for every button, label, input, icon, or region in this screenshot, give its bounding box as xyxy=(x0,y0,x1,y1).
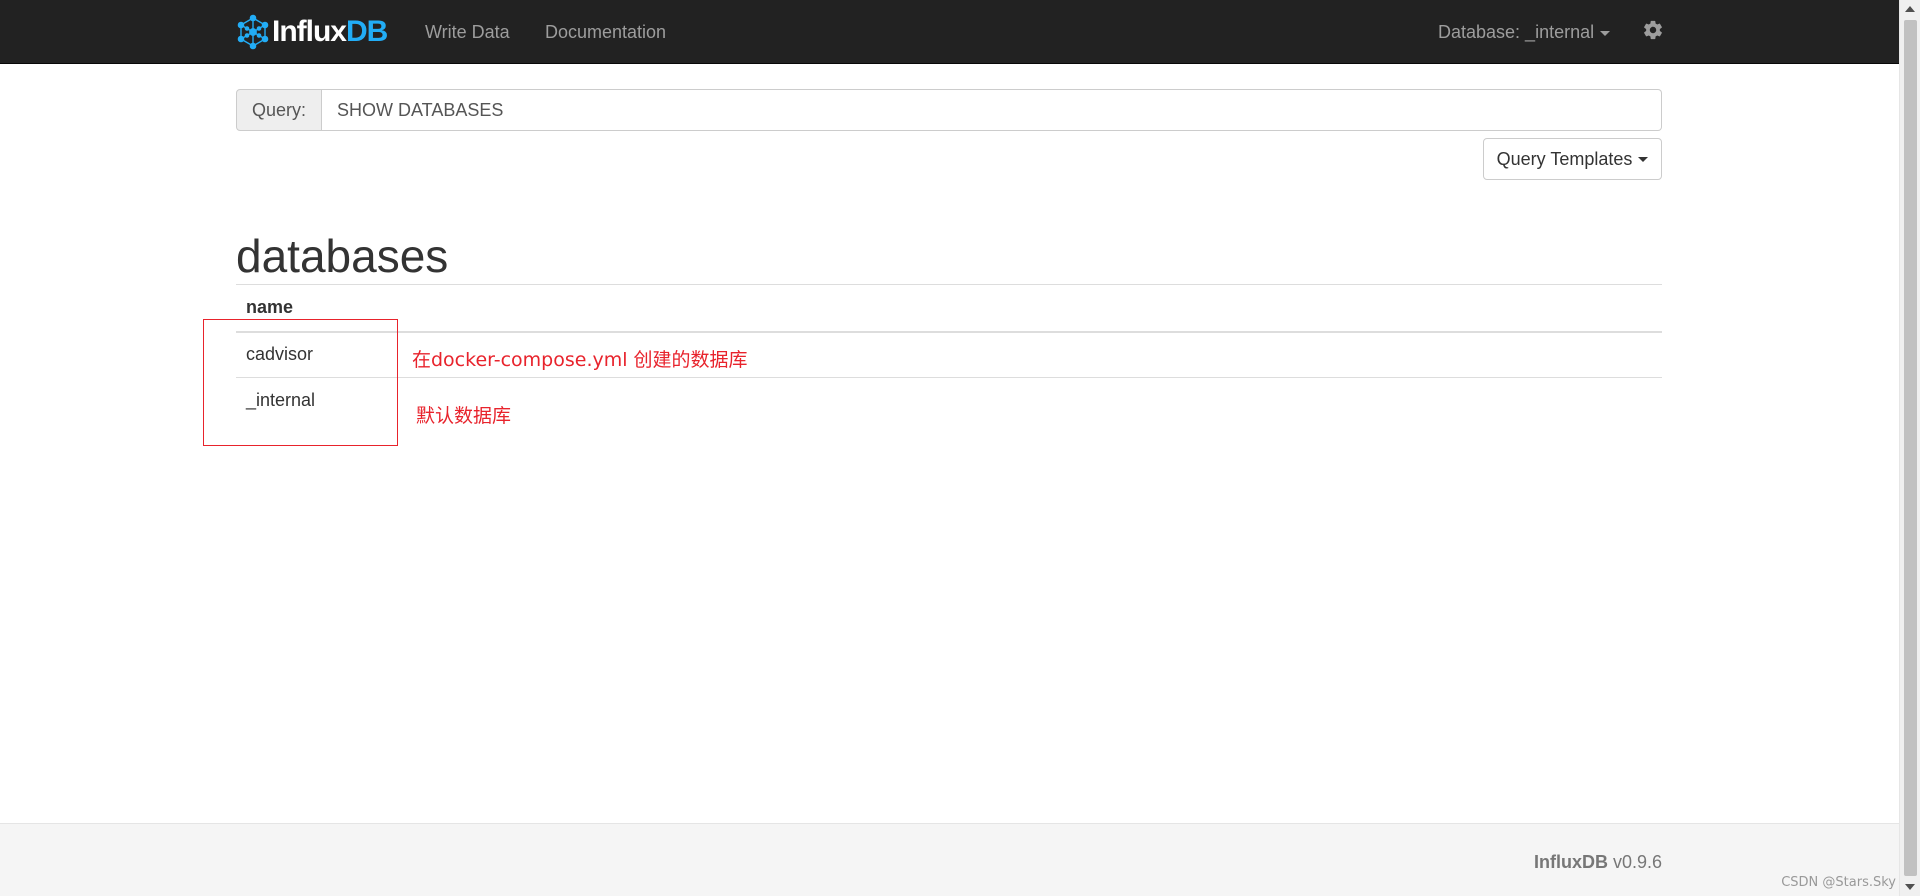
series-title: databases xyxy=(236,230,449,282)
database-selector-label: Database: _internal xyxy=(1438,22,1595,42)
influxdb-logo-icon xyxy=(237,14,269,50)
gear-icon[interactable] xyxy=(1642,19,1664,41)
query-label: Query: xyxy=(236,89,322,131)
query-input[interactable] xyxy=(322,89,1662,131)
top-navbar: InfluxDB Write Data Documentation Databa… xyxy=(0,0,1899,64)
vertical-scrollbar[interactable] xyxy=(1899,0,1920,896)
scroll-thumb[interactable] xyxy=(1904,20,1917,876)
query-templates-button[interactable]: Query Templates xyxy=(1483,138,1662,180)
database-selector[interactable]: Database: _internal xyxy=(1438,0,1611,64)
query-form: Query: xyxy=(236,89,1662,131)
scroll-down-icon[interactable] xyxy=(1905,884,1915,890)
influxdb-logo[interactable]: InfluxDB xyxy=(236,12,388,52)
nav-write-data[interactable]: Write Data xyxy=(425,0,510,64)
footer-version-number: v0.9.6 xyxy=(1607,852,1662,872)
column-header-name: name xyxy=(236,284,1662,333)
annotation-created-note: 在docker-compose.yml 创建的数据库 xyxy=(412,349,748,371)
annotation-highlight-box xyxy=(203,319,398,446)
footer-version: InfluxDB v0.9.6 xyxy=(1534,852,1662,873)
table-header-row: name xyxy=(236,284,1662,333)
footer: InfluxDB v0.9.6 xyxy=(0,823,1899,896)
brand-name-part-2: DB xyxy=(346,15,388,48)
chevron-down-icon xyxy=(1638,156,1649,162)
query-templates-label: Query Templates xyxy=(1496,148,1633,169)
page: InfluxDB Write Data Documentation Databa… xyxy=(0,0,1899,896)
annotation-default-note: 默认数据库 xyxy=(416,405,512,427)
nav-documentation[interactable]: Documentation xyxy=(545,0,666,64)
scroll-up-icon[interactable] xyxy=(1905,6,1915,12)
footer-product: InfluxDB xyxy=(1533,852,1608,872)
chevron-down-icon xyxy=(1600,30,1611,36)
watermark: CSDN @Stars.Sky xyxy=(1781,875,1896,890)
brand-name: InfluxDB xyxy=(272,15,388,49)
brand-name-part-1: Influx xyxy=(272,15,347,48)
